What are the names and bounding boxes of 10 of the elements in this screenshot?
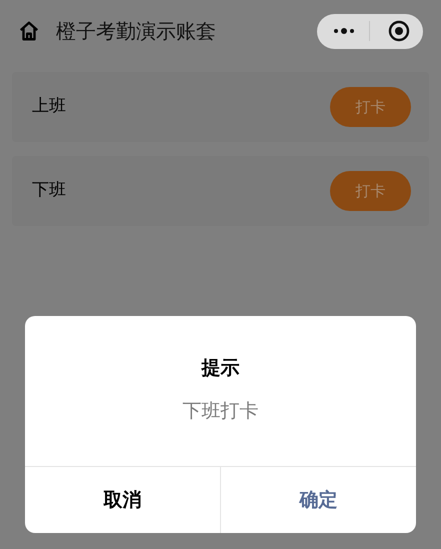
home-icon[interactable]: [18, 20, 40, 42]
window-title: 橙子考勤演示账套: [56, 18, 216, 45]
record-label: 上班: [32, 95, 66, 118]
confirm-button[interactable]: 确定: [220, 467, 416, 533]
more-icon[interactable]: [333, 28, 355, 34]
record-label: 下班: [32, 179, 66, 202]
close-icon[interactable]: [388, 20, 410, 42]
dialog-message: 下班打卡: [182, 398, 258, 424]
dialog-title: 提示: [202, 356, 240, 381]
cancel-button[interactable]: 取消: [25, 467, 220, 533]
